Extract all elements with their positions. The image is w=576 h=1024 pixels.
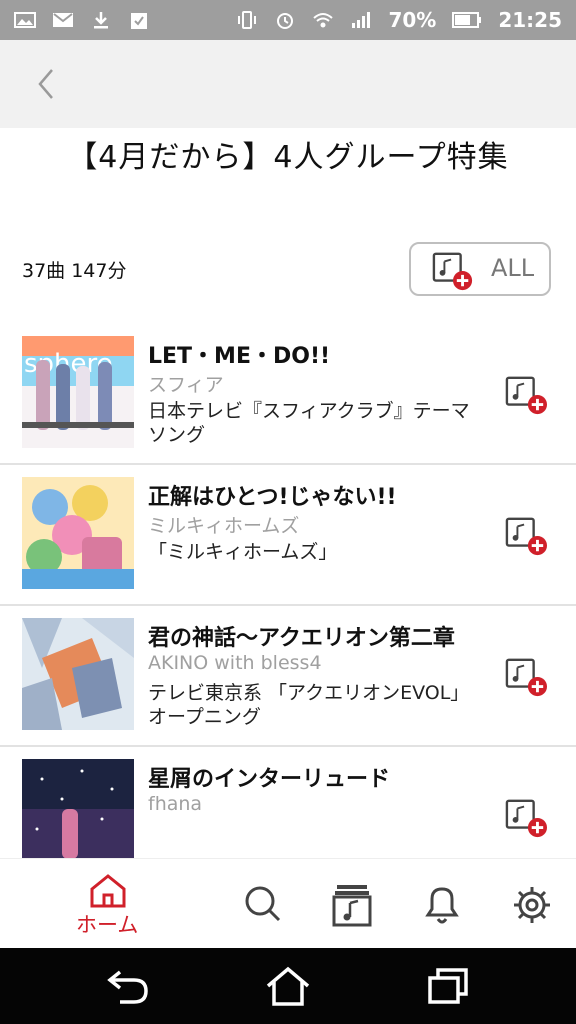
song-title: 正解はひとつ!じゃない!! <box>148 485 397 510</box>
song-artist: AKINO with bless4 <box>148 652 322 674</box>
clipboard-check-icon <box>131 13 147 29</box>
song-row[interactable]: sphere LET・ME・DO!! スフィア 日本テレビ『スフィアクラブ』テー… <box>0 324 576 465</box>
add-all-button[interactable]: ALL <box>409 242 551 296</box>
song-title: LET・ME・DO!! <box>148 344 331 369</box>
tab-home-label[interactable]: ホーム <box>76 909 138 939</box>
add-all-label: ALL <box>491 254 535 282</box>
song-artist: fhana <box>148 793 203 815</box>
signal-icon <box>352 12 371 28</box>
song-description: テレビ東京系 「アクエリオンEVOL」 オープニング <box>148 682 470 728</box>
gallery-icon <box>14 12 36 28</box>
song-description: 「ミルキィホームズ」 <box>148 541 338 563</box>
song-title: 君の神話〜アクエリオン第二章 <box>148 626 455 651</box>
add-to-playlist-icon[interactable] <box>502 797 550 839</box>
clock: 21:25 <box>498 8 562 32</box>
download-icon <box>94 12 108 29</box>
battery-icon <box>452 12 482 28</box>
library-icon[interactable] <box>328 883 376 927</box>
chevron-left-icon[interactable] <box>30 64 70 104</box>
add-to-playlist-icon[interactable] <box>502 374 550 416</box>
vibrate-icon <box>238 11 257 29</box>
status-bar-right: 70% 21:25 <box>236 8 562 32</box>
album-art-aquarion <box>22 618 134 730</box>
playlist-summary: 37曲 147分 <box>22 260 127 282</box>
home-icon[interactable] <box>84 873 132 909</box>
status-bar-left <box>14 11 150 29</box>
song-title: 星屑のインターリュード <box>148 767 391 792</box>
song-description: 日本テレビ『スフィアクラブ』テーマソング <box>148 400 470 446</box>
song-artist: スフィア <box>148 374 224 396</box>
album-art-milky-holmes <box>22 477 134 589</box>
add-to-playlist-icon[interactable] <box>502 515 550 557</box>
recent-apps-icon[interactable] <box>426 966 470 1006</box>
song-row[interactable]: 正解はひとつ!じゃない!! ミルキィホームズ 「ミルキィホームズ」 <box>0 465 576 606</box>
song-artist: ミルキィホームズ <box>148 515 300 537</box>
page-title: 【4月だから】4人グループ特集 <box>67 140 509 175</box>
bottom-tab-bar: ホーム <box>0 858 576 949</box>
add-to-playlist-icon[interactable] <box>502 656 550 698</box>
mail-icon <box>53 13 73 27</box>
system-nav-bar <box>0 948 576 1024</box>
alarm-icon <box>277 13 294 29</box>
album-art-sphere: sphere <box>22 336 134 448</box>
back-arrow-icon[interactable] <box>106 966 150 1006</box>
home-nav-icon[interactable] <box>266 966 310 1006</box>
album-art-fhana <box>22 759 134 871</box>
wifi-icon <box>313 13 334 28</box>
battery-level: 70% <box>388 8 437 32</box>
bell-icon[interactable] <box>418 883 466 927</box>
search-icon[interactable] <box>238 883 286 927</box>
add-to-playlist-icon <box>432 252 473 291</box>
top-nav-bar <box>0 40 576 128</box>
gear-icon[interactable] <box>508 883 556 927</box>
song-row[interactable]: 君の神話〜アクエリオン第二章 AKINO with bless4 テレビ東京系 … <box>0 606 576 747</box>
status-bar: 70% 21:25 <box>0 0 576 40</box>
